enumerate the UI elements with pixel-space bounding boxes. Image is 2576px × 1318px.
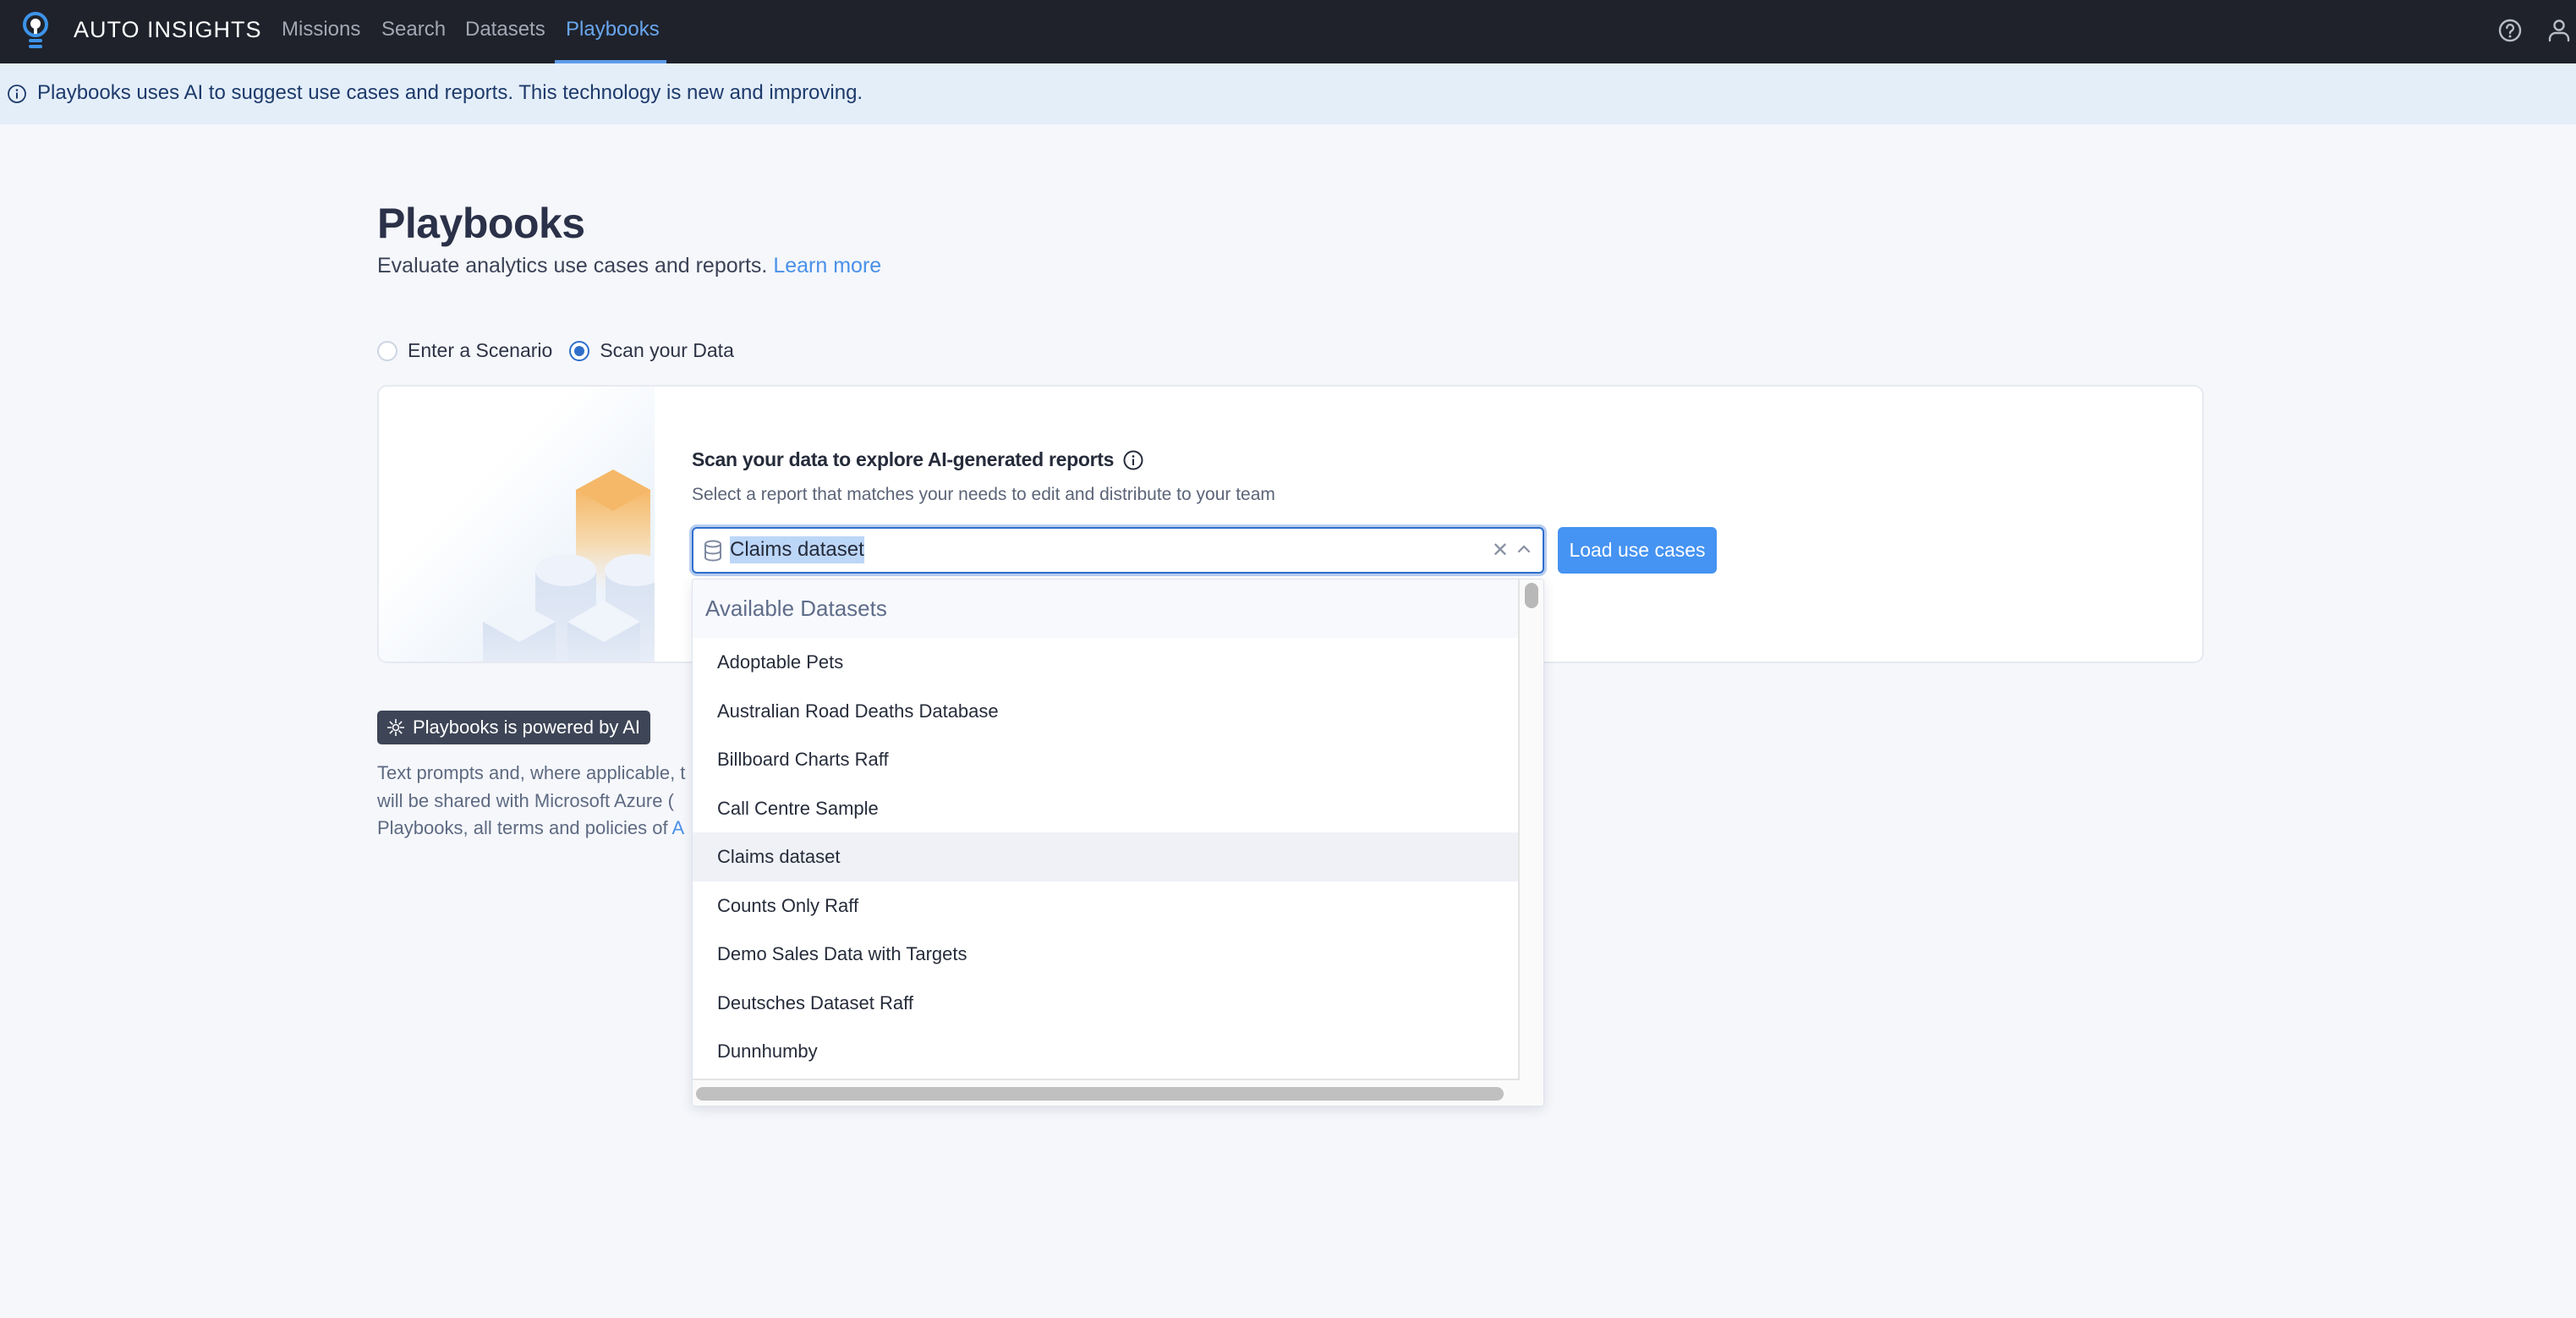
chevron-up-icon[interactable] bbox=[1515, 541, 1532, 557]
info-icon[interactable] bbox=[1122, 449, 1144, 471]
help-icon[interactable] bbox=[2497, 17, 2524, 44]
brand-name: AUTO INSIGHTS bbox=[74, 17, 262, 42]
page-subtitle: Evaluate analytics use cases and reports… bbox=[377, 254, 881, 278]
legal-link[interactable]: A bbox=[672, 817, 685, 838]
legal-line-text: Playbooks, all terms and policies of bbox=[377, 817, 672, 838]
info-icon bbox=[8, 85, 26, 103]
learn-more-link[interactable]: Learn more bbox=[773, 254, 881, 277]
dataset-option[interactable]: Billboard Charts Raff bbox=[693, 735, 1518, 784]
scan-subtext: Select a report that matches your needs … bbox=[692, 485, 1275, 504]
dataset-option-highlighted[interactable]: Claims dataset bbox=[693, 832, 1518, 881]
nav-missions[interactable]: Missions bbox=[282, 18, 360, 41]
nav-search[interactable]: Search bbox=[381, 18, 446, 41]
database-icon bbox=[704, 540, 721, 562]
dataset-select[interactable]: Claims dataset ✕ bbox=[692, 527, 1544, 574]
radio-label: Scan your Data bbox=[600, 339, 734, 361]
top-navigation-bar: AUTO INSIGHTS Missions Search Datasets P… bbox=[0, 0, 2576, 63]
legal-line: will be shared with Microsoft Azure ( bbox=[377, 789, 674, 811]
subtitle-text: Evaluate analytics use cases and reports… bbox=[377, 254, 768, 277]
sparkle-icon bbox=[387, 719, 404, 736]
clear-icon[interactable]: ✕ bbox=[1492, 538, 1509, 563]
dataset-dropdown: Available Datasets Adoptable Pets Austra… bbox=[692, 579, 1544, 1107]
scan-heading: Scan your data to explore AI-generated r… bbox=[692, 448, 1144, 471]
vertical-scrollbar[interactable] bbox=[1520, 579, 1543, 1106]
ai-legal-notice: Text prompts and, where applicable, t wi… bbox=[377, 760, 692, 843]
legal-line: Playbooks, all terms and policies of A bbox=[377, 815, 692, 843]
radio-button[interactable] bbox=[377, 340, 397, 361]
mode-radio-group: Enter a Scenario Scan your Data bbox=[377, 339, 751, 362]
horizontal-scroll-thumb[interactable] bbox=[696, 1087, 1504, 1101]
dropdown-group-header: Available Datasets bbox=[693, 579, 1518, 638]
radio-scan-data[interactable]: Scan your Data bbox=[569, 339, 734, 362]
selected-dataset[interactable]: Claims dataset bbox=[730, 536, 864, 563]
dataset-list: Available Datasets Adoptable Pets Austra… bbox=[693, 579, 1520, 1080]
radio-button[interactable] bbox=[569, 340, 590, 361]
database-illustration bbox=[379, 387, 666, 662]
page-title: Playbooks bbox=[377, 200, 585, 247]
info-banner: Playbooks uses AI to suggest use cases a… bbox=[0, 63, 2576, 124]
nav-playbooks[interactable]: Playbooks bbox=[566, 18, 660, 41]
dataset-option[interactable]: Counts Only Raff bbox=[693, 881, 1518, 931]
scan-heading-text: Scan your data to explore AI-generated r… bbox=[692, 448, 1115, 470]
dataset-option[interactable]: Adoptable Pets bbox=[693, 638, 1518, 687]
nav-datasets[interactable]: Datasets bbox=[465, 18, 545, 41]
user-icon[interactable] bbox=[2546, 17, 2573, 44]
stacked-cubes-icon bbox=[483, 470, 666, 662]
lightbulb-icon[interactable] bbox=[19, 10, 52, 52]
horizontal-scrollbar[interactable] bbox=[693, 1080, 1520, 1106]
vertical-scroll-thumb[interactable] bbox=[1525, 583, 1538, 608]
legal-line: Text prompts and, where applicable, t bbox=[377, 762, 686, 783]
dataset-option[interactable]: Demo Sales Data with Targets bbox=[693, 930, 1518, 979]
ai-badge-text: Playbooks is powered by AI bbox=[413, 717, 641, 738]
ai-powered-badge: Playbooks is powered by AI bbox=[377, 711, 651, 744]
dataset-option[interactable]: Australian Road Deaths Database bbox=[693, 687, 1518, 736]
radio-label: Enter a Scenario bbox=[408, 339, 553, 361]
banner-text: Playbooks uses AI to suggest use cases a… bbox=[37, 81, 863, 104]
load-use-cases-button[interactable]: Load use cases bbox=[1558, 527, 1717, 574]
dataset-option[interactable]: Call Centre Sample bbox=[693, 784, 1518, 833]
radio-enter-scenario[interactable]: Enter a Scenario bbox=[377, 339, 552, 362]
dataset-option[interactable]: Deutsches Dataset Raff bbox=[693, 979, 1518, 1028]
dataset-option[interactable]: Dunnhumby bbox=[693, 1027, 1518, 1076]
